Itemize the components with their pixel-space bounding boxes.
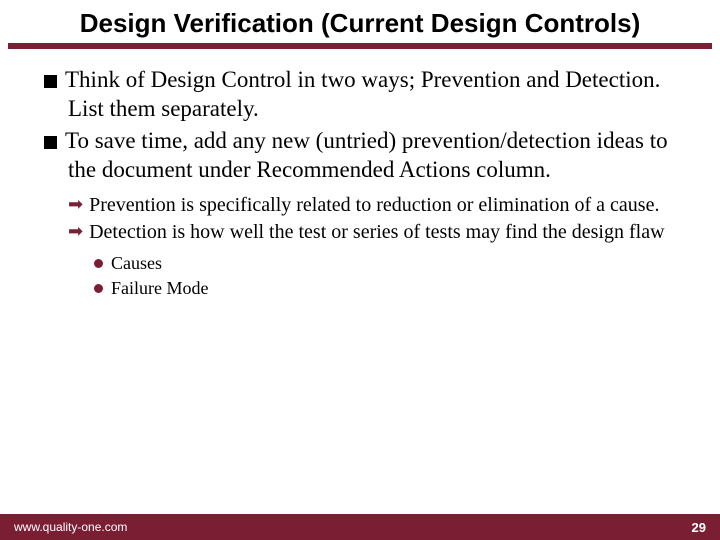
arrow-right-icon: ➡: [68, 194, 83, 214]
bullet-lvl3: Causes: [94, 252, 692, 275]
bullet-text: Failure Mode: [111, 278, 208, 298]
arrow-right-icon: ➡: [68, 221, 83, 241]
slide-body: Think of Design Control in two ways; Pre…: [0, 49, 720, 514]
page-number: 29: [692, 520, 706, 535]
title-wrap: Design Verification (Current Design Cont…: [0, 0, 720, 49]
bullet-lvl1: To save time, add any new (untried) prev…: [28, 126, 692, 185]
lvl2-group: ➡ Prevention is specifically related to r…: [28, 193, 692, 300]
bullet-lvl1: Think of Design Control in two ways; Pre…: [28, 65, 692, 124]
footer-bar: www.quality-one.com 29: [0, 514, 720, 540]
bullet-text: Detection is how well the test or series…: [89, 221, 664, 243]
dot-bullet-icon: [94, 259, 103, 268]
bullet-lvl2: ➡ Prevention is specifically related to r…: [68, 193, 692, 219]
bullet-lvl3: Failure Mode: [94, 277, 692, 300]
slide-title: Design Verification (Current Design Cont…: [8, 8, 712, 39]
lvl3-group: Causes Failure Mode: [68, 252, 692, 300]
square-bullet-icon: [44, 136, 57, 149]
bullet-text: To save time, add any new (untried) prev…: [65, 128, 668, 182]
footer-url: www.quality-one.com: [14, 520, 127, 534]
dot-bullet-icon: [94, 284, 103, 293]
bullet-text: Think of Design Control in two ways; Pre…: [65, 67, 660, 121]
bullet-text: Prevention is specifically related to re…: [89, 194, 659, 216]
bullet-text: Causes: [111, 253, 162, 273]
slide: Design Verification (Current Design Cont…: [0, 0, 720, 540]
bullet-lvl2: ➡ Detection is how well the test or serie…: [68, 220, 692, 246]
square-bullet-icon: [44, 75, 57, 88]
